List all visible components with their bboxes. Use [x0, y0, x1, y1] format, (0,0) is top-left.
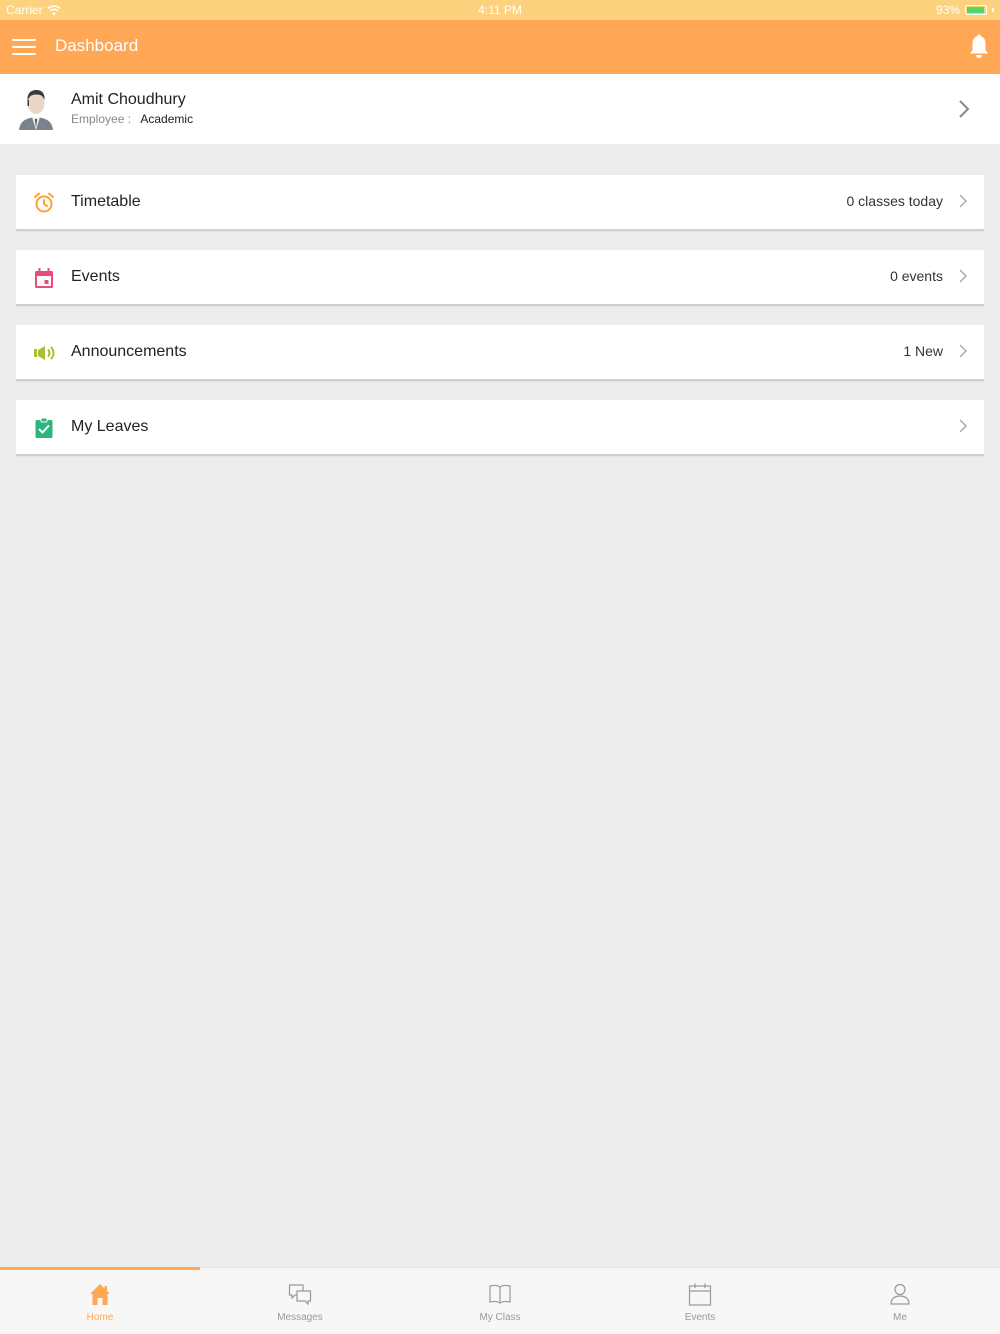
status-time: 4:11 PM: [478, 3, 522, 17]
bell-icon[interactable]: [968, 34, 990, 60]
announcements-count: 1 New: [903, 343, 943, 359]
battery-indicator: 93%: [936, 3, 994, 17]
tab-messages[interactable]: Messages: [200, 1268, 400, 1334]
calendar-icon: [35, 268, 53, 288]
profile-row[interactable]: Amit Choudhury Employee : Academic: [0, 74, 1000, 144]
chevron-right-icon: [959, 419, 967, 433]
events-card[interactable]: Events 0 events: [16, 250, 984, 306]
tab-messages-label: Messages: [277, 1312, 323, 1323]
messages-icon: [288, 1284, 312, 1306]
chevron-right-icon: [959, 194, 967, 208]
battery-percent: 93%: [935, 3, 960, 17]
profile-department: Academic: [140, 112, 194, 126]
profile-name: Amit Choudhury: [71, 91, 186, 108]
timetable-count: 0 classes today: [846, 193, 944, 209]
profile-role-label: Employee :: [71, 112, 132, 126]
person-icon: [890, 1283, 910, 1305]
book-icon: [489, 1284, 511, 1304]
calendar-icon: [688, 1283, 712, 1306]
tab-bar: Home Messages My Class Events Me: [0, 1267, 1000, 1334]
events-label: Events: [71, 268, 120, 285]
chevron-right-icon: [959, 269, 967, 283]
profile-meta: Employee : Academic: [71, 112, 193, 126]
avatar: [19, 90, 53, 130]
tab-home-label: Home: [86, 1312, 114, 1323]
timetable-card[interactable]: Timetable 0 classes today: [16, 175, 984, 231]
home-icon: [90, 1284, 110, 1305]
my-leaves-label: My Leaves: [71, 418, 149, 435]
navigation-bar: Dashboard: [0, 20, 1000, 74]
tab-events-label: Events: [684, 1312, 716, 1323]
tab-me-label: Me: [893, 1312, 907, 1323]
tab-my-class[interactable]: My Class: [400, 1268, 600, 1334]
battery-tip: [992, 8, 994, 12]
tab-events[interactable]: Events: [600, 1268, 800, 1334]
tab-me[interactable]: Me: [800, 1268, 1000, 1334]
status-bar: Carrier 4:11 PM 93%: [0, 0, 1000, 20]
chevron-right-icon: [959, 100, 970, 118]
battery-icon: [965, 5, 987, 15]
tab-home[interactable]: Home: [0, 1268, 200, 1334]
clipboard-check-icon: [35, 417, 53, 438]
page-title: Dashboard: [55, 36, 139, 55]
timetable-label: Timetable: [71, 193, 141, 210]
my-leaves-card[interactable]: My Leaves: [16, 400, 984, 456]
megaphone-icon: [34, 346, 55, 360]
hamburger-menu-icon[interactable]: [12, 39, 36, 55]
announcements-card[interactable]: Announcements 1 New: [16, 325, 984, 381]
announcements-label: Announcements: [71, 343, 187, 360]
tab-my-class-label: My Class: [479, 1312, 521, 1323]
chevron-right-icon: [959, 344, 967, 358]
events-count: 0 events: [890, 268, 943, 284]
alarm-clock-icon: [34, 192, 54, 213]
